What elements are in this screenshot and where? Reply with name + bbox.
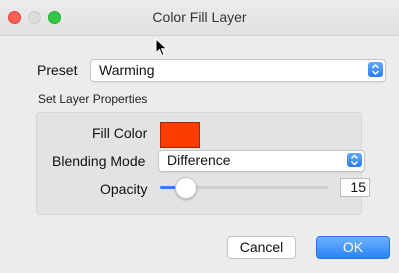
ok-button[interactable]: OK bbox=[316, 236, 390, 259]
cancel-button[interactable]: Cancel bbox=[227, 236, 296, 259]
dialog-window: Color Fill Layer Preset Warming Set Laye… bbox=[0, 0, 399, 273]
fill-color-swatch[interactable] bbox=[160, 122, 200, 148]
preset-select[interactable]: Warming bbox=[90, 59, 386, 82]
blending-mode-label: Blending Mode bbox=[52, 153, 146, 169]
opacity-label: Opacity bbox=[100, 181, 148, 197]
opacity-value-field[interactable]: 15 bbox=[340, 178, 370, 197]
preset-value: Warming bbox=[99, 62, 155, 78]
title-bar[interactable]: Color Fill Layer bbox=[0, 0, 399, 36]
fill-color-label: Fill Color bbox=[92, 125, 148, 141]
preset-label: Preset bbox=[37, 62, 78, 78]
window-title: Color Fill Layer bbox=[152, 9, 247, 25]
chevron-updown-icon bbox=[368, 62, 383, 77]
blending-mode-value: Difference bbox=[167, 152, 231, 168]
chevron-updown-icon bbox=[347, 153, 362, 167]
arrow-cursor-icon bbox=[155, 38, 168, 57]
blending-mode-select[interactable]: Difference bbox=[158, 150, 365, 172]
group-title: Set Layer Properties bbox=[38, 92, 148, 106]
